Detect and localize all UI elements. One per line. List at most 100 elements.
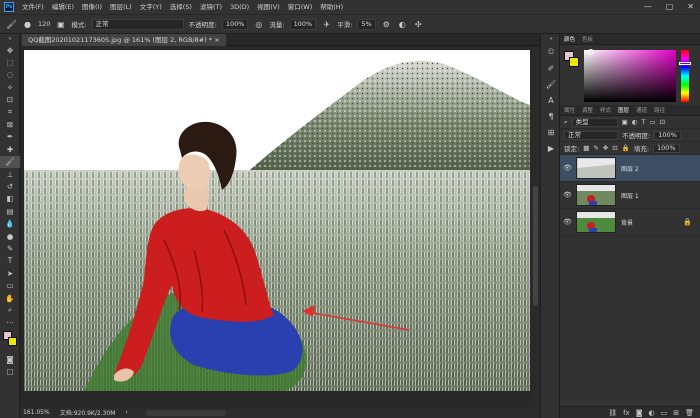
color-picker-field[interactable] xyxy=(584,50,676,102)
minimize-button[interactable]: — xyxy=(644,0,652,14)
airbrush-icon[interactable]: ✈ xyxy=(321,19,332,30)
lock-artboard-icon[interactable]: ⊡ xyxy=(612,144,617,152)
object-select-tool-icon[interactable]: ⊡ xyxy=(0,94,20,106)
zoom-tool-icon[interactable]: ⌕ xyxy=(0,304,20,316)
lock-position-icon[interactable]: ✥ xyxy=(603,144,608,152)
menu-image[interactable]: 图像(I) xyxy=(78,0,106,14)
layer-name[interactable]: 背景 xyxy=(621,218,633,227)
toolbar-collapse-icon[interactable]: » xyxy=(0,34,20,44)
mode-select[interactable]: 正常 xyxy=(91,18,184,30)
brushes-panel-icon[interactable]: 🖌 xyxy=(541,76,561,92)
menu-help[interactable]: 帮助(H) xyxy=(316,0,347,14)
hue-slider-marker[interactable] xyxy=(679,62,691,65)
healing-brush-tool-icon[interactable]: ✚ xyxy=(0,143,20,155)
menu-layer[interactable]: 图层(L) xyxy=(106,0,136,14)
zoom-level[interactable]: 161.05% xyxy=(23,409,50,416)
menu-view[interactable]: 视图(V) xyxy=(253,0,284,14)
hand-tool-icon[interactable]: ✋ xyxy=(0,292,20,304)
status-menu-icon[interactable]: › xyxy=(125,409,127,416)
background-color-swatch[interactable] xyxy=(8,336,17,346)
character-panel-icon[interactable]: A xyxy=(541,92,561,108)
horizontal-scrollbar[interactable] xyxy=(145,409,226,416)
lock-image-icon[interactable]: ✎ xyxy=(593,144,598,152)
menu-3d[interactable]: 3D(D) xyxy=(226,0,253,14)
layer-row[interactable]: 👁 背景 🔒 xyxy=(560,209,700,236)
brush-tool-icon[interactable]: 🖌 xyxy=(0,155,20,168)
history-panel-icon[interactable]: ⏲ xyxy=(541,44,561,60)
quick-mask-icon[interactable]: ◙ xyxy=(0,353,20,365)
eyedropper-tool-icon[interactable]: ✒ xyxy=(0,131,20,143)
smoothing-settings-gear-icon[interactable]: ⚙ xyxy=(381,19,392,30)
document-image[interactable] xyxy=(24,50,530,391)
brush-settings-panel-icon[interactable]: ✐ xyxy=(541,60,561,76)
tab-color[interactable]: 颜色 xyxy=(564,35,575,43)
lasso-tool-icon[interactable]: ◌ xyxy=(0,69,20,81)
filter-type-icon[interactable]: T xyxy=(641,118,645,126)
maximize-button[interactable]: ▢ xyxy=(666,0,674,14)
layer-opacity-input[interactable]: 100% xyxy=(654,130,681,140)
actions-panel-icon[interactable]: ▶ xyxy=(541,140,561,156)
rectangle-tool-icon[interactable]: ▭ xyxy=(0,279,20,291)
magic-wand-tool-icon[interactable]: ✧ xyxy=(0,81,20,93)
layer-row[interactable]: 👁 图层 1 xyxy=(560,182,700,209)
paragraph-panel-icon[interactable]: ¶ xyxy=(541,108,561,124)
tab-adjustments[interactable]: 调整 xyxy=(582,106,593,114)
tab-paths[interactable]: 路径 xyxy=(654,106,665,114)
info-panel-icon[interactable]: ⊞ xyxy=(541,124,561,140)
marquee-tool-icon[interactable]: ⬚ xyxy=(0,56,20,68)
layer-fill-input[interactable]: 100% xyxy=(653,143,680,153)
document-tab[interactable]: QQ截图20201021173605.jpg @ 161% (图层 2, RGB… xyxy=(22,34,226,46)
visibility-eye-icon[interactable]: 👁 xyxy=(563,191,572,199)
lock-transparent-icon[interactable]: ▩ xyxy=(583,144,589,152)
crop-tool-icon[interactable]: ⌗ xyxy=(0,106,20,118)
document-size[interactable]: 文档:920.9K/2.30M xyxy=(60,408,116,417)
filter-adjustment-icon[interactable]: ◐ xyxy=(632,118,638,126)
color-picker-marker[interactable] xyxy=(588,49,594,55)
smoothing-input[interactable]: 5% xyxy=(357,18,376,30)
vertical-scroll-thumb[interactable] xyxy=(533,186,538,306)
layer-name[interactable]: 图层 1 xyxy=(621,191,639,200)
close-button[interactable]: ✕ xyxy=(687,0,694,14)
canvas-area[interactable] xyxy=(20,46,540,407)
tab-properties[interactable]: 属性 xyxy=(564,106,575,114)
layer-kind-filter[interactable]: 类型 xyxy=(571,117,618,127)
filter-pixel-icon[interactable]: ▣ xyxy=(622,118,628,126)
background-lock-icon[interactable]: 🔒 xyxy=(683,218,692,226)
opacity-input[interactable]: 100% xyxy=(221,18,249,30)
brush-settings-icon[interactable]: ▣ xyxy=(55,19,66,30)
layer-row[interactable]: 👁 图层 2 xyxy=(560,155,700,182)
gradient-tool-icon[interactable]: ▤ xyxy=(0,205,20,217)
hue-slider[interactable] xyxy=(681,50,689,102)
tab-layers[interactable]: 图层 xyxy=(618,106,629,114)
lock-all-icon[interactable]: 🔒 xyxy=(622,144,630,152)
menu-window[interactable]: 窗口(W) xyxy=(284,0,317,14)
path-selection-tool-icon[interactable]: ➤ xyxy=(0,267,20,279)
flow-input[interactable]: 100% xyxy=(289,18,317,30)
panel-background-swatch[interactable] xyxy=(569,57,579,67)
frame-tool-icon[interactable]: ⊠ xyxy=(0,118,20,130)
menu-file[interactable]: 文件(F) xyxy=(18,0,48,14)
filter-shape-icon[interactable]: ▭ xyxy=(649,118,655,126)
dodge-tool-icon[interactable]: ● xyxy=(0,230,20,242)
adjustment-layer-icon[interactable]: ◐ xyxy=(649,409,655,417)
layer-style-icon[interactable]: fx xyxy=(623,409,630,417)
link-layers-icon[interactable]: ⛓ xyxy=(608,409,617,417)
new-group-icon[interactable]: ▭ xyxy=(661,409,668,417)
vertical-scrollbar[interactable] xyxy=(531,46,540,407)
pressure-opacity-icon[interactable]: ◎ xyxy=(253,19,264,30)
symmetry-icon[interactable]: ✣ xyxy=(413,19,424,30)
brush-tool-preset-icon[interactable]: 🖌 xyxy=(6,19,17,30)
eraser-tool-icon[interactable]: ◧ xyxy=(0,193,20,205)
filter-smart-object-icon[interactable]: ⊡ xyxy=(660,118,665,126)
pen-tool-icon[interactable]: ✎ xyxy=(0,242,20,254)
dock-collapse-icon[interactable]: « xyxy=(541,34,561,44)
new-layer-icon[interactable]: ⊞ xyxy=(673,409,679,417)
tab-channels[interactable]: 通道 xyxy=(636,106,647,114)
menu-filter[interactable]: 滤镜(T) xyxy=(196,0,226,14)
menu-select[interactable]: 选择(S) xyxy=(166,0,196,14)
blur-tool-icon[interactable]: 💧 xyxy=(0,217,20,229)
delete-layer-icon[interactable]: 🗑 xyxy=(685,409,694,417)
screen-mode-icon[interactable]: ▢ xyxy=(0,365,20,377)
layer-name[interactable]: 图层 2 xyxy=(621,164,639,173)
move-tool-icon[interactable]: ✥ xyxy=(0,44,20,56)
